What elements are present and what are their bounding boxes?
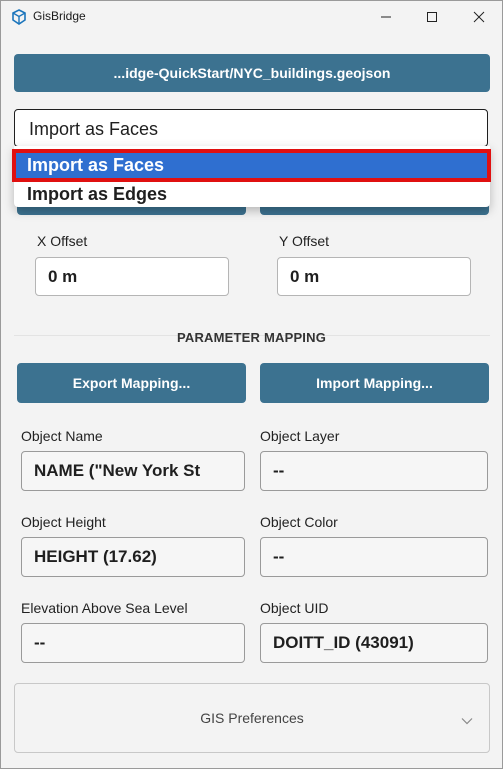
select-file-button[interactable]: ...idge-QuickStart/NYC_buildings.geojson <box>14 54 490 92</box>
import-mode-select[interactable]: Import as Faces <box>14 109 488 147</box>
object-layer-field[interactable]: -- <box>260 451 488 491</box>
object-height-field[interactable]: HEIGHT (17.62) <box>21 537 245 577</box>
window-title: GisBridge <box>33 9 86 23</box>
maximize-button[interactable] <box>409 1 455 33</box>
gis-preferences-expander[interactable]: GIS Preferences <box>14 683 490 753</box>
close-button[interactable] <box>456 1 502 33</box>
object-uid-label: Object UID <box>260 600 329 616</box>
gis-preferences-label: GIS Preferences <box>200 710 304 726</box>
dropdown-option-faces[interactable]: Import as Faces <box>12 149 491 182</box>
dropdown-option-edges[interactable]: Import as Edges <box>14 180 490 209</box>
elevation-label: Elevation Above Sea Level <box>21 600 188 616</box>
import-mapping-button[interactable]: Import Mapping... <box>260 363 489 403</box>
object-height-label: Object Height <box>21 514 106 530</box>
object-color-field[interactable]: -- <box>260 537 488 577</box>
object-name-label: Object Name <box>21 428 103 444</box>
y-offset-input[interactable]: 0 m <box>277 257 471 296</box>
object-layer-label: Object Layer <box>260 428 340 444</box>
x-offset-label: X Offset <box>37 233 88 249</box>
elevation-field[interactable]: -- <box>21 623 245 663</box>
x-offset-input[interactable]: 0 m <box>35 257 229 296</box>
object-color-label: Object Color <box>260 514 338 530</box>
sketchup-cube-icon <box>11 9 27 25</box>
main-content: ...idge-QuickStart/NYC_buildings.geojson… <box>1 33 502 768</box>
minimize-icon <box>381 16 391 18</box>
title-bar: GisBridge <box>1 1 502 33</box>
object-uid-field[interactable]: DOITT_ID (43091) <box>260 623 488 663</box>
maximize-icon <box>427 12 437 22</box>
import-mode-dropdown-list: Import as Faces Import as Edges <box>12 146 491 209</box>
import-mode-value: Import as Faces <box>29 119 159 139</box>
object-name-field[interactable]: NAME ("New York St <box>21 451 245 491</box>
close-icon <box>473 11 485 23</box>
export-mapping-button[interactable]: Export Mapping... <box>17 363 246 403</box>
app-window: GisBridge ...idge-QuickStart/NYC_buildin… <box>0 0 503 769</box>
y-offset-label: Y Offset <box>279 233 330 249</box>
minimize-button[interactable] <box>363 1 409 33</box>
chevron-down-icon <box>461 712 473 730</box>
parameter-mapping-title: PARAMETER MAPPING <box>176 330 327 345</box>
